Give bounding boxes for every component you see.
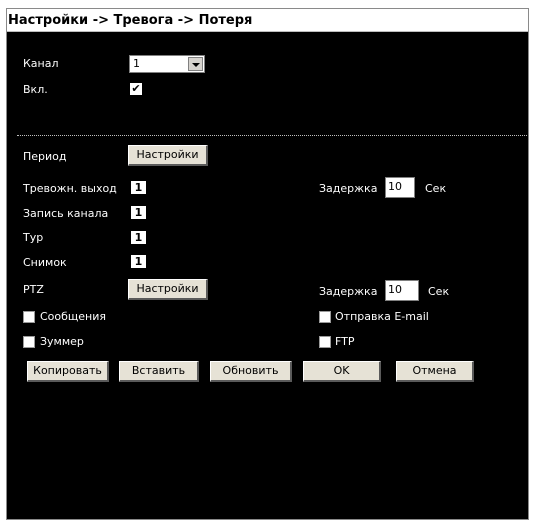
alarm-output-channel[interactable]: 1 — [131, 181, 146, 194]
paste-button[interactable]: Вставить — [119, 361, 199, 382]
ptz-label: PTZ — [23, 283, 44, 296]
channel-label: Канал — [23, 57, 59, 70]
tour-value[interactable]: 1 — [131, 231, 146, 244]
record-channel-label: Запись канала — [23, 207, 109, 220]
channel-select-value: 1 — [133, 57, 140, 70]
cancel-button[interactable]: Отмена — [396, 361, 474, 382]
ok-button[interactable]: OK — [303, 361, 381, 382]
messages-checkbox[interactable] — [23, 311, 35, 323]
enable-label: Вкл. — [23, 83, 48, 96]
copy-button[interactable]: Копировать — [27, 361, 109, 382]
ftp-label: FTP — [335, 335, 355, 348]
alarm-delay-unit: Сек — [425, 182, 447, 195]
buzzer-checkbox[interactable] — [23, 336, 35, 348]
ptz-settings-button[interactable]: Настройки — [128, 279, 208, 300]
divider — [17, 135, 527, 136]
period-settings-button[interactable]: Настройки — [128, 145, 208, 166]
period-label: Период — [23, 150, 67, 163]
refresh-button[interactable]: Обновить — [210, 361, 292, 382]
alarm-delay-label: Задержка — [319, 182, 378, 195]
enable-checkbox[interactable]: ✔ — [130, 83, 142, 95]
tour-label: Тур — [23, 231, 44, 244]
settings-dialog — [6, 8, 529, 520]
channel-select[interactable]: 1 — [129, 55, 205, 73]
ptz-delay-label: Задержка — [319, 285, 378, 298]
ptz-delay-unit: Сек — [428, 285, 450, 298]
window-title: Настройки -> Тревога -> Потеря — [8, 13, 253, 28]
ptz-delay-input[interactable]: 10 — [385, 280, 419, 301]
chevron-down-icon[interactable] — [188, 57, 203, 71]
email-checkbox[interactable] — [319, 311, 331, 323]
buzzer-label: Зуммер — [40, 335, 84, 348]
email-label: Отправка E-mail — [335, 310, 429, 323]
messages-label: Сообщения — [40, 310, 107, 323]
alarm-delay-input[interactable]: 10 — [385, 177, 415, 198]
alarm-output-label: Тревожн. выход — [23, 182, 117, 195]
snapshot-label: Снимок — [23, 256, 67, 269]
ftp-checkbox[interactable] — [319, 336, 331, 348]
snapshot-value[interactable]: 1 — [131, 255, 146, 268]
record-channel-value[interactable]: 1 — [131, 206, 146, 219]
